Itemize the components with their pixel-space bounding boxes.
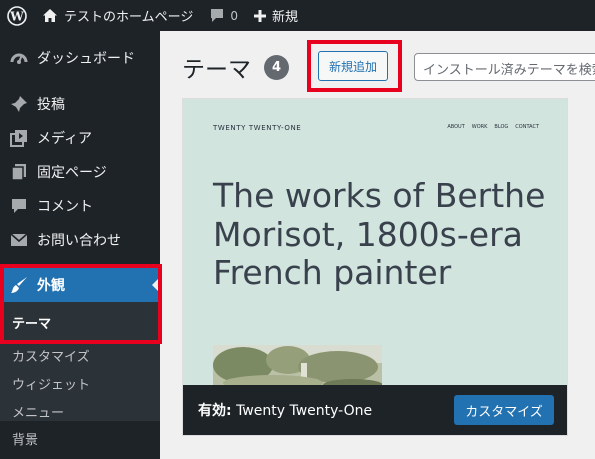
submenu-item-widgets[interactable]: ウィジェット [12, 374, 90, 393]
sidebar-item-label: メディア [37, 131, 93, 147]
new-content-link[interactable]: 新規 [246, 0, 306, 31]
dashboard-icon [9, 48, 29, 68]
sidebar-item-label: コメント [37, 199, 93, 215]
sidebar-item-posts[interactable]: 投稿 [0, 87, 160, 121]
sidebar-item-media[interactable]: メディア [0, 121, 160, 155]
theme-preview-nav-item: WORK [471, 124, 488, 130]
sidebar-item-appearance[interactable]: 外観 [0, 268, 160, 302]
submenu-item-background[interactable]: 背景 [12, 429, 38, 448]
sidebar-item-comments[interactable]: コメント [0, 189, 160, 223]
sidebar-item-label: 外観 [37, 278, 65, 294]
customize-button[interactable]: カスタマイズ [454, 395, 554, 425]
admin-bar: W テストのホームページ 0 新規 [0, 0, 595, 31]
sidebar-item-label: ダッシュボード [37, 51, 135, 67]
submenu-item-menus[interactable]: メニュー [12, 402, 64, 421]
media-icon [9, 128, 29, 148]
theme-preview-nav: ABOUT WORK BLOG CONTACT [447, 124, 539, 130]
pin-icon [9, 94, 29, 114]
paintbrush-icon [9, 275, 29, 295]
theme-card[interactable]: TWENTY TWENTY-ONE ABOUT WORK BLOG CONTAC… [182, 98, 568, 436]
sidebar-item-label: 固定ページ [37, 165, 107, 181]
add-new-theme-button[interactable]: 新規追加 [318, 51, 388, 81]
theme-card-footer: 有効: Twenty Twenty-One カスタマイズ [183, 385, 567, 435]
theme-count-badge: 4 [264, 55, 289, 80]
sidebar-item-dashboard[interactable]: ダッシュボード [0, 41, 160, 75]
sidebar-item-contact[interactable]: お問い合わせ [0, 223, 160, 257]
admin-sidebar: ダッシュボード 投稿 メディア 固定ページ コメント お問い合わせ 外観 テーマ… [0, 31, 160, 459]
sidebar-item-pages[interactable]: 固定ページ [0, 155, 160, 189]
comment-icon [209, 8, 225, 23]
theme-preview-painting-image [213, 345, 382, 390]
site-name: テストのホームページ [64, 10, 194, 25]
sidebar-item-label: お問い合わせ [37, 233, 121, 249]
theme-preview-site-title: TWENTY TWENTY-ONE [213, 124, 302, 132]
comment-icon [9, 196, 29, 216]
theme-preview-nav-item: BLOG [494, 124, 509, 130]
new-label: 新規 [272, 10, 299, 25]
home-icon [42, 8, 58, 23]
plus-icon [254, 9, 266, 22]
theme-search-input[interactable]: インストール済みテーマを検索... [414, 53, 595, 81]
site-name-link[interactable]: テストのホームページ [34, 0, 201, 31]
page-icon [9, 162, 29, 182]
sidebar-item-label: 投稿 [37, 97, 65, 113]
submenu-item-customize[interactable]: カスタマイズ [12, 346, 90, 365]
comments-link[interactable]: 0 [201, 0, 246, 31]
svg-text:W: W [9, 9, 24, 23]
wordpress-logo-icon[interactable]: W [0, 0, 34, 31]
theme-preview-nav-item: CONTACT [515, 124, 539, 130]
theme-preview-nav-item: ABOUT [447, 124, 465, 130]
theme-preview-headline: The works of Berthe Morisot, 1800s-era F… [213, 176, 546, 293]
active-theme-label: 有効: Twenty Twenty-One [198, 403, 373, 419]
comments-count: 0 [230, 8, 238, 23]
current-menu-arrow [152, 277, 160, 293]
mail-icon [9, 230, 29, 250]
page-title: テーマ [182, 57, 251, 83]
appearance-submenu: テーマ カスタマイズ ウィジェット メニュー [0, 302, 160, 421]
submenu-item-themes[interactable]: テーマ [12, 313, 51, 332]
